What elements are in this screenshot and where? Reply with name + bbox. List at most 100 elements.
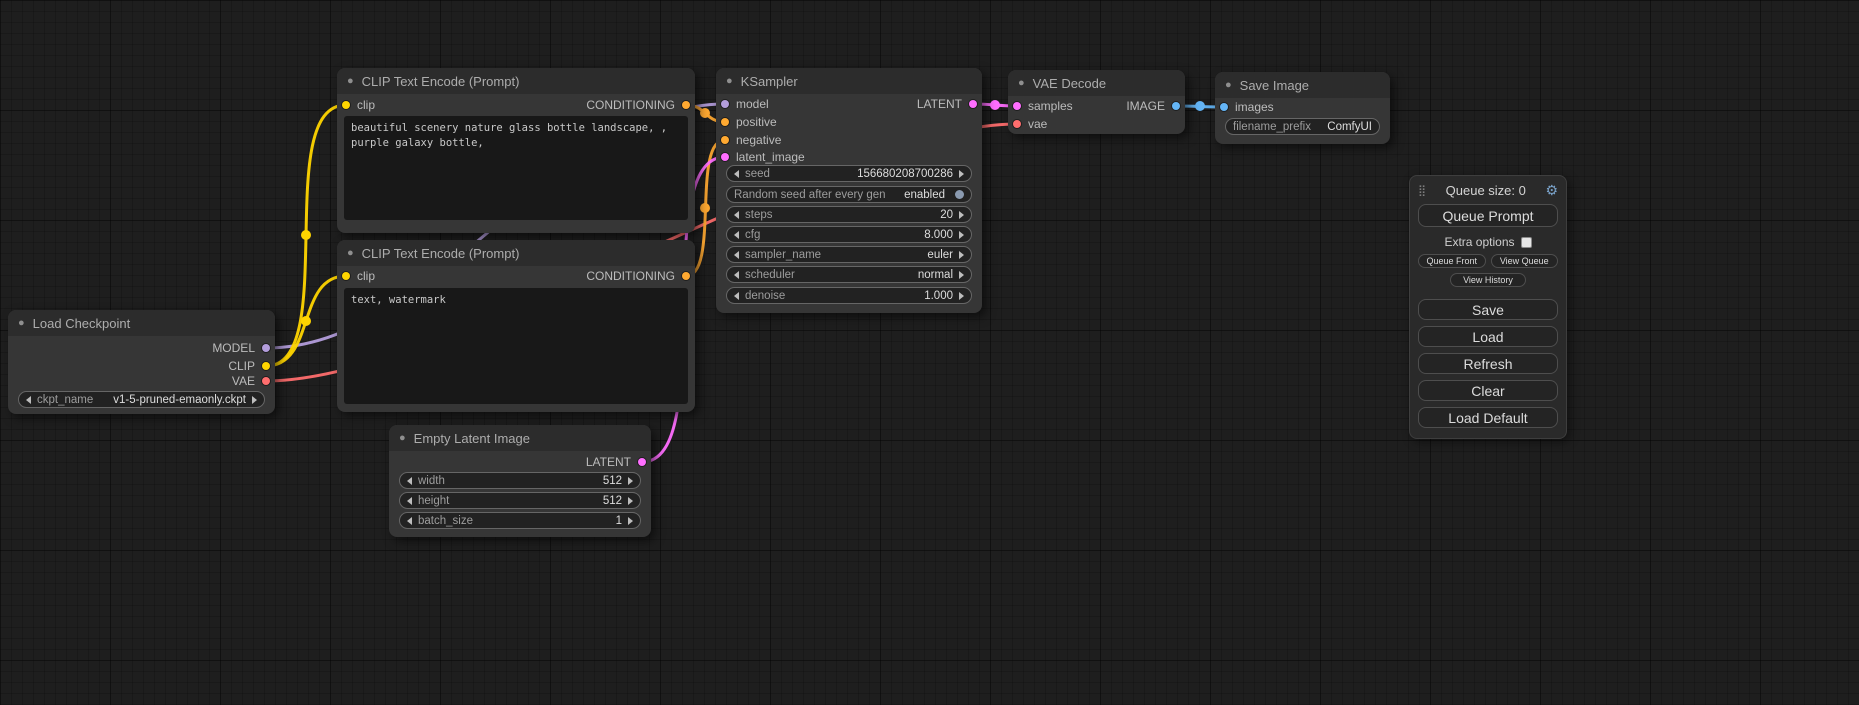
comfyui-canvas[interactable]: { "colors": { "model": "#B39DDB", "clip"…	[0, 0, 1859, 705]
clear-button[interactable]: Clear	[1418, 380, 1558, 401]
node-titlebar[interactable]: ● KSampler	[716, 68, 982, 94]
node-titlebar[interactable]: ● VAE Decode	[1008, 70, 1185, 96]
input-slot-vae[interactable]: vae	[1013, 115, 1047, 133]
input-slot-samples[interactable]: samples	[1013, 97, 1073, 115]
output-slot-model[interactable]: MODEL	[212, 339, 270, 357]
prompt-textarea[interactable]: beautiful scenery nature glass bottle la…	[344, 116, 688, 220]
slot-dot-images[interactable]	[1220, 103, 1228, 111]
settings-gear-icon[interactable]: ⚙	[1545, 182, 1558, 199]
slot-dot-samples[interactable]	[1013, 102, 1021, 110]
input-slot-latent-image[interactable]: latent_image	[721, 148, 805, 166]
load-button[interactable]: Load	[1418, 326, 1558, 347]
output-slot-image[interactable]: IMAGE	[1126, 97, 1180, 115]
slot-dot-clip[interactable]	[342, 101, 350, 109]
node-titlebar[interactable]: ● Empty Latent Image	[389, 425, 651, 451]
widget-height[interactable]: height 512	[399, 492, 641, 509]
input-slot-clip[interactable]: clip	[342, 267, 375, 285]
node-load-checkpoint[interactable]: ● Load Checkpoint MODEL CLIP VAE ckpt_na…	[8, 310, 275, 414]
slot-dot-conditioning[interactable]	[682, 272, 690, 280]
increase-arrow-icon[interactable]	[628, 477, 633, 485]
input-slot-clip[interactable]: clip	[342, 96, 375, 114]
collapse-icon[interactable]: ●	[726, 76, 733, 87]
collapse-icon[interactable]: ●	[1018, 78, 1025, 89]
node-titlebar[interactable]: ● CLIP Text Encode (Prompt)	[337, 68, 695, 94]
slot-dot-latent[interactable]	[638, 458, 646, 466]
collapse-icon[interactable]: ●	[347, 76, 354, 87]
load-default-button[interactable]: Load Default	[1418, 407, 1558, 428]
decrease-arrow-icon[interactable]	[734, 292, 739, 300]
output-slot-latent[interactable]: LATENT	[917, 95, 977, 113]
output-slot-conditioning[interactable]: CONDITIONING	[586, 96, 690, 114]
slot-dot-conditioning[interactable]	[682, 101, 690, 109]
increase-arrow-icon[interactable]	[252, 396, 257, 404]
slot-dot-latent[interactable]	[969, 100, 977, 108]
node-clip-text-encode-positive[interactable]: ● CLIP Text Encode (Prompt) clip CONDITI…	[337, 68, 695, 233]
node-save-image[interactable]: ● Save Image images filename_prefix Comf…	[1215, 72, 1390, 144]
decrease-arrow-icon[interactable]	[734, 231, 739, 239]
slot-dot-latent-image[interactable]	[721, 153, 729, 161]
node-titlebar[interactable]: ● CLIP Text Encode (Prompt)	[337, 240, 695, 266]
view-queue-button[interactable]: View Queue	[1491, 254, 1559, 268]
drag-handle-icon[interactable]: ⣿	[1418, 184, 1426, 197]
widget-width[interactable]: width 512	[399, 472, 641, 489]
slot-dot-model[interactable]	[721, 100, 729, 108]
widget-seed[interactable]: seed 156680208700286	[726, 165, 972, 182]
toggle-on-icon[interactable]	[955, 190, 964, 199]
prompt-textarea[interactable]: text, watermark	[344, 288, 688, 404]
widget-ckpt-name[interactable]: ckpt_name v1-5-pruned-emaonly.ckpt	[18, 391, 265, 408]
node-ksampler[interactable]: ● KSampler model LATENT positive negativ…	[716, 68, 982, 313]
collapse-icon[interactable]: ●	[1225, 80, 1232, 91]
widget-filename-prefix[interactable]: filename_prefix ComfyUI	[1225, 118, 1380, 135]
widget-cfg[interactable]: cfg 8.000	[726, 226, 972, 243]
increase-arrow-icon[interactable]	[959, 292, 964, 300]
queue-prompt-button[interactable]: Queue Prompt	[1418, 204, 1558, 227]
input-slot-images[interactable]: images	[1220, 98, 1274, 116]
extra-options-checkbox[interactable]	[1521, 237, 1532, 248]
input-slot-negative[interactable]: negative	[721, 131, 781, 149]
increase-arrow-icon[interactable]	[959, 231, 964, 239]
decrease-arrow-icon[interactable]	[734, 271, 739, 279]
save-button[interactable]: Save	[1418, 299, 1558, 320]
collapse-icon[interactable]: ●	[399, 433, 406, 444]
decrease-arrow-icon[interactable]	[734, 170, 739, 178]
widget-sampler-name[interactable]: sampler_name euler	[726, 246, 972, 263]
output-slot-conditioning[interactable]: CONDITIONING	[586, 267, 690, 285]
decrease-arrow-icon[interactable]	[26, 396, 31, 404]
decrease-arrow-icon[interactable]	[407, 497, 412, 505]
output-slot-vae[interactable]: VAE	[232, 372, 270, 390]
widget-scheduler[interactable]: scheduler normal	[726, 266, 972, 283]
slot-dot-clip[interactable]	[342, 272, 350, 280]
widget-denoise[interactable]: denoise 1.000	[726, 287, 972, 304]
increase-arrow-icon[interactable]	[628, 497, 633, 505]
widget-batch-size[interactable]: batch_size 1	[399, 512, 641, 529]
node-empty-latent-image[interactable]: ● Empty Latent Image LATENT width 512 he…	[389, 425, 651, 537]
slot-dot-clip[interactable]	[262, 362, 270, 370]
node-titlebar[interactable]: ● Save Image	[1215, 72, 1390, 98]
slot-dot-vae[interactable]	[1013, 120, 1021, 128]
input-slot-positive[interactable]: positive	[721, 113, 777, 131]
node-titlebar[interactable]: ● Load Checkpoint	[8, 310, 275, 336]
increase-arrow-icon[interactable]	[959, 271, 964, 279]
collapse-icon[interactable]: ●	[347, 248, 354, 259]
queue-front-button[interactable]: Queue Front	[1418, 254, 1486, 268]
slot-dot-negative[interactable]	[721, 136, 729, 144]
increase-arrow-icon[interactable]	[959, 170, 964, 178]
slot-dot-image[interactable]	[1172, 102, 1180, 110]
decrease-arrow-icon[interactable]	[734, 251, 739, 259]
node-clip-text-encode-negative[interactable]: ● CLIP Text Encode (Prompt) clip CONDITI…	[337, 240, 695, 412]
input-slot-model[interactable]: model	[721, 95, 769, 113]
slot-dot-vae[interactable]	[262, 377, 270, 385]
widget-random-seed-toggle[interactable]: Random seed after every gen enabled	[726, 186, 972, 203]
slot-dot-model[interactable]	[262, 344, 270, 352]
view-history-button[interactable]: View History	[1450, 273, 1526, 287]
decrease-arrow-icon[interactable]	[407, 517, 412, 525]
output-slot-latent[interactable]: LATENT	[586, 453, 646, 471]
collapse-icon[interactable]: ●	[18, 318, 25, 329]
decrease-arrow-icon[interactable]	[734, 211, 739, 219]
increase-arrow-icon[interactable]	[959, 251, 964, 259]
slot-dot-positive[interactable]	[721, 118, 729, 126]
refresh-button[interactable]: Refresh	[1418, 353, 1558, 374]
increase-arrow-icon[interactable]	[628, 517, 633, 525]
increase-arrow-icon[interactable]	[959, 211, 964, 219]
node-vae-decode[interactable]: ● VAE Decode samples IMAGE vae	[1008, 70, 1185, 134]
